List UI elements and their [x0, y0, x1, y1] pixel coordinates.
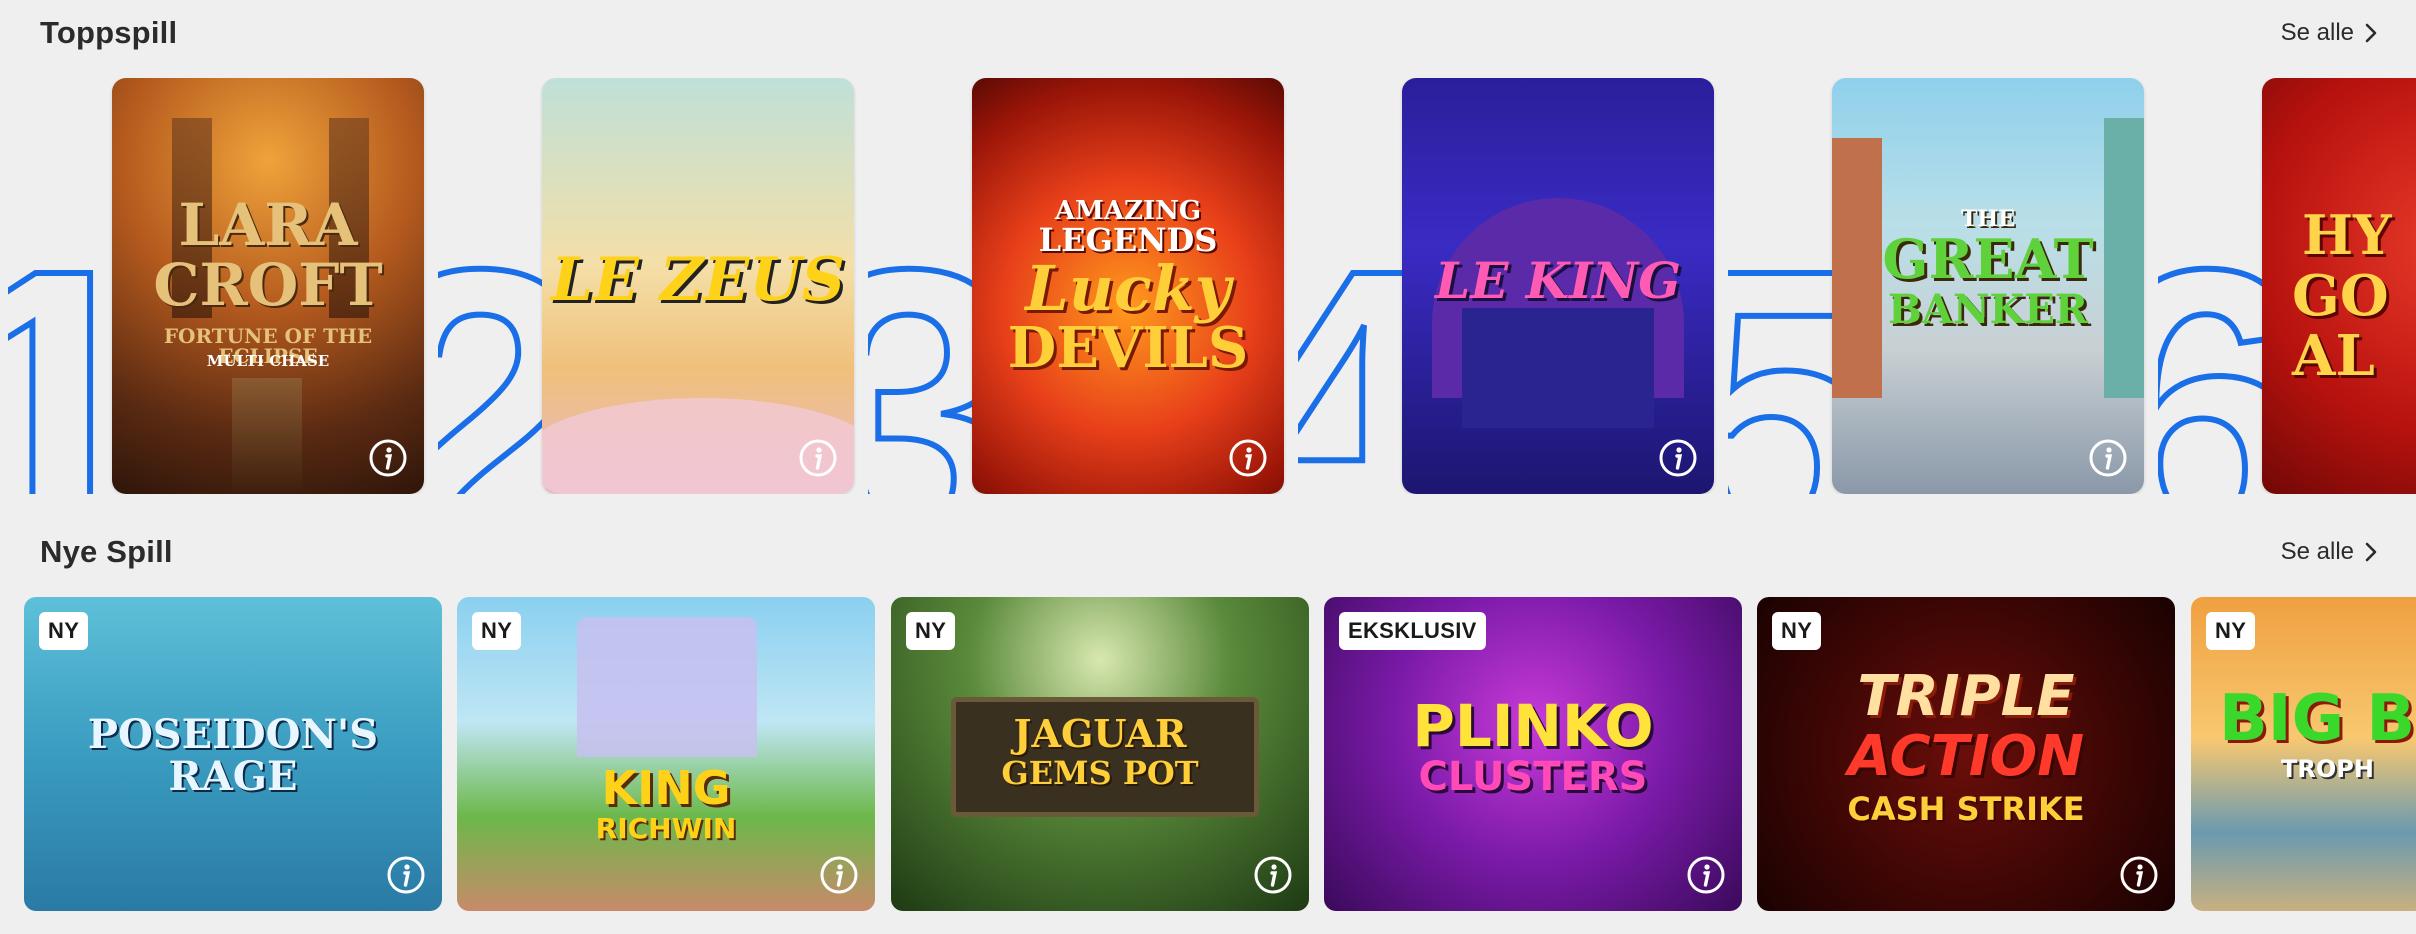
game-card-triple-action[interactable]: TRIPLE ACTION CASH STRIKE NY	[1757, 597, 2175, 911]
game-card-plinko-clusters[interactable]: PLINKO CLUSTERS EKSKLUSIV	[1324, 597, 1742, 911]
new-games-carousel[interactable]: POSEIDON'S RAGE NY KING RICHWIN NY JAGUA…	[0, 597, 2416, 911]
game-card-le-king[interactable]: LE KING	[1402, 78, 1714, 494]
badge-new: NY	[39, 612, 89, 650]
game-title: LE ZEUS	[551, 245, 845, 315]
game-title-line2: GO	[2292, 263, 2389, 329]
game-title-line2: ACTION	[1847, 724, 2085, 789]
info-icon[interactable]	[368, 438, 408, 478]
info-icon[interactable]	[1253, 855, 1293, 895]
game-title-line3: CASH STRIKE	[1847, 790, 2085, 828]
section-title-top-games: Toppspill	[40, 15, 178, 50]
game-card-jaguar-gems-pot[interactable]: JAGUAR GEMS POT NY	[891, 597, 1309, 911]
game-card-king-richwin[interactable]: KING RICHWIN NY	[457, 597, 875, 911]
badge-new: NY	[1772, 612, 1822, 650]
info-icon[interactable]	[798, 438, 838, 478]
game-card-partial-6[interactable]: HY GO AL	[2262, 78, 2416, 494]
game-title-line1: BIG B	[2219, 682, 2416, 756]
section-title-new-games: Nye Spill	[40, 534, 173, 569]
game-title-line1: KING	[601, 761, 731, 815]
see-all-new-games-link[interactable]: Se alle	[2281, 538, 2378, 566]
game-title-line2: RAGE	[168, 753, 298, 800]
info-icon[interactable]	[1658, 438, 1698, 478]
game-title-line4: DEVILS	[1007, 315, 1249, 381]
game-title-line1: LARA	[178, 191, 358, 259]
chevron-right-icon	[2365, 542, 2377, 562]
top-games-carousel[interactable]: 1 2 3 4 5 6 LARA CROFT FORTUNE OF THE EC…	[0, 78, 2416, 494]
see-all-label: Se alle	[2280, 19, 2354, 46]
info-icon[interactable]	[2088, 438, 2128, 478]
game-title-line1: JAGUAR	[1013, 711, 1187, 756]
badge-new: NY	[906, 612, 956, 650]
game-title-line1: HY	[2302, 203, 2392, 267]
see-all-label: Se alle	[2280, 538, 2354, 565]
game-title-line3: AL	[2292, 323, 2375, 389]
info-icon[interactable]	[2119, 855, 2159, 895]
game-tag: MULTI CHASE	[206, 352, 330, 370]
game-card-partial-6[interactable]: BIG B TROPH NY	[2191, 597, 2416, 911]
game-title-line2: TROPH	[2281, 755, 2374, 783]
chevron-right-icon	[2365, 23, 2377, 43]
game-card-le-zeus[interactable]: LE ZEUS	[542, 78, 854, 494]
game-title-line2: GREAT	[1882, 227, 2094, 291]
info-icon[interactable]	[819, 855, 859, 895]
see-all-top-games-link[interactable]: Se alle	[2281, 19, 2378, 47]
game-title: LE KING	[1435, 251, 1681, 310]
info-icon[interactable]	[386, 855, 426, 895]
game-card-poseidons-rage[interactable]: POSEIDON'S RAGE NY	[24, 597, 442, 911]
game-title-line3: Lucky	[1025, 252, 1231, 325]
game-card-great-banker[interactable]: THE GREAT BANKER	[1832, 78, 2144, 494]
badge-new: NY	[2206, 612, 2256, 650]
game-title-line2: CROFT	[153, 251, 383, 319]
game-title-line2: GEMS POT	[1001, 754, 1199, 792]
game-card-lara-croft[interactable]: LARA CROFT FORTUNE OF THE ECLIPSE MULTI …	[112, 78, 424, 494]
game-title-line3: BANKER	[1888, 286, 2088, 333]
game-title-line1: TRIPLE	[1857, 664, 2075, 729]
game-card-lucky-devils[interactable]: AMAZING LEGENDS Lucky DEVILS	[972, 78, 1284, 494]
info-icon[interactable]	[1686, 855, 1726, 895]
game-title-line1: PLINKO	[1412, 692, 1654, 760]
game-title-line2: CLUSTERS	[1418, 754, 1648, 800]
game-title-line2: RICHWIN	[595, 812, 737, 845]
info-icon[interactable]	[1228, 438, 1268, 478]
badge-exclusive: EKSKLUSIV	[1339, 612, 1486, 650]
badge-new: NY	[472, 612, 522, 650]
game-title-line1: POSEIDON'S	[87, 711, 379, 758]
